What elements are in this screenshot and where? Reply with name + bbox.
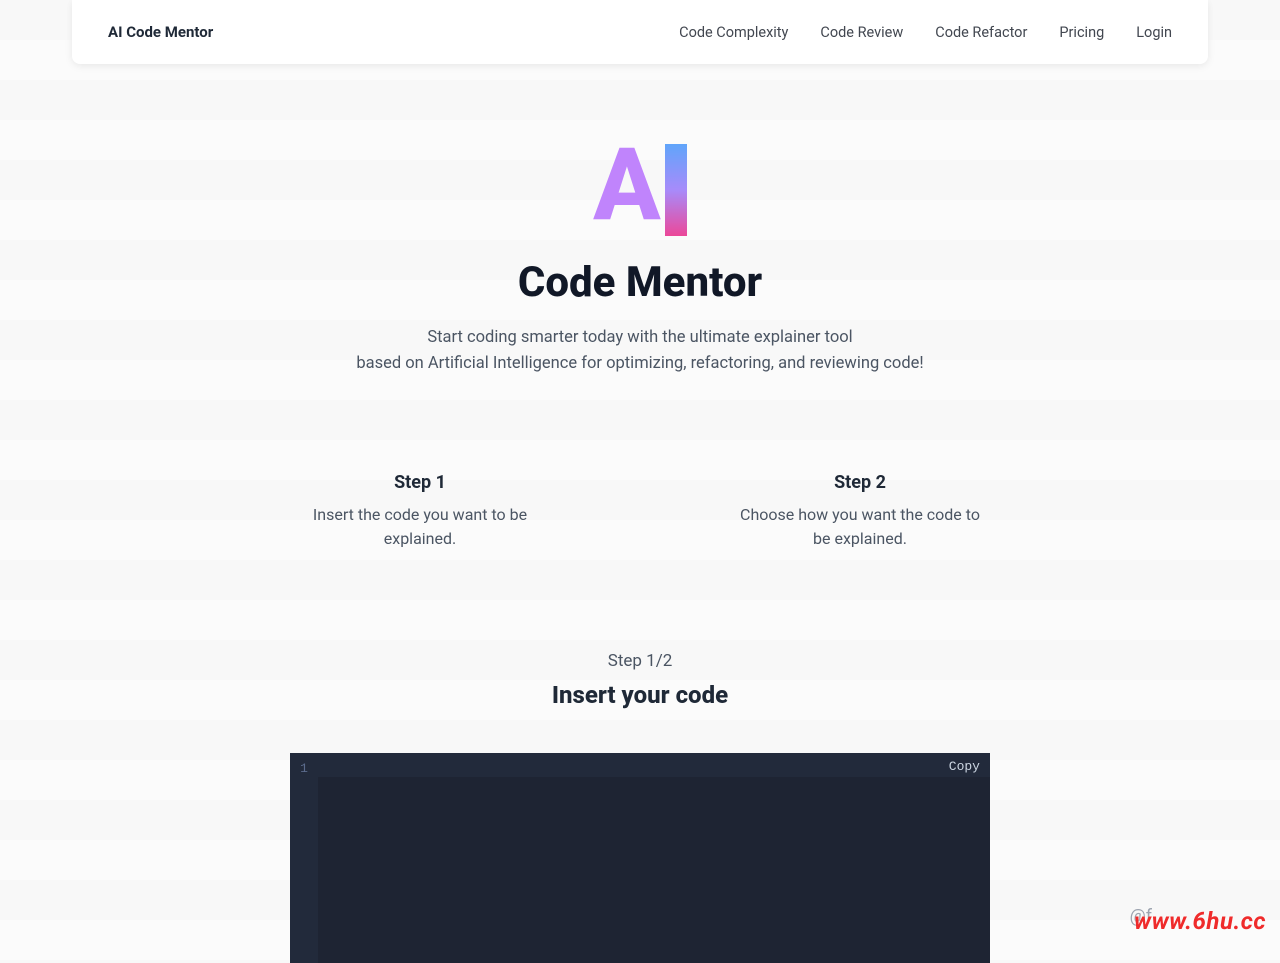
main-nav: Code Complexity Code Review Code Refacto… <box>679 24 1172 41</box>
step-2-desc: Choose how you want the code to be expla… <box>730 503 990 551</box>
hero-subtitle-line2: based on Artificial Intelligence for opt… <box>356 354 923 373</box>
watermark-text: www.6hu.cc <box>1134 907 1266 935</box>
nav-code-complexity[interactable]: Code Complexity <box>679 24 788 41</box>
editor-topbar <box>290 753 990 777</box>
copy-button[interactable]: Copy <box>949 759 980 774</box>
current-step-section: Step 1/2 Insert your code <box>0 651 1280 709</box>
step-1-desc: Insert the code you want to be explained… <box>290 503 550 551</box>
line-number-1: 1 <box>290 761 318 776</box>
step-2-block: Step 2 Choose how you want the code to b… <box>730 472 990 551</box>
step-2-title: Step 2 <box>730 472 990 493</box>
nav-code-review[interactable]: Code Review <box>820 24 903 41</box>
brand-title[interactable]: AI Code Mentor <box>108 23 213 41</box>
code-editor: 1 Copy <box>290 753 990 963</box>
hero-section: A Code Mentor Start coding smarter today… <box>0 136 1280 376</box>
editor-gutter: 1 <box>290 753 318 963</box>
code-input[interactable] <box>318 777 990 963</box>
hero-title: Code Mentor <box>0 258 1280 307</box>
hero-subtitle: Start coding smarter today with the ulti… <box>0 325 1280 376</box>
steps-row: Step 1 Insert the code you want to be ex… <box>0 472 1280 551</box>
header-bar: AI Code Mentor Code Complexity Code Revi… <box>72 0 1208 64</box>
hero-subtitle-line1: Start coding smarter today with the ulti… <box>427 328 852 347</box>
ai-logo-icon: A <box>593 136 687 236</box>
nav-login[interactable]: Login <box>1136 24 1172 41</box>
current-step-label: Step 1/2 <box>0 651 1280 671</box>
current-step-title: Insert your code <box>0 681 1280 709</box>
step-1-block: Step 1 Insert the code you want to be ex… <box>290 472 550 551</box>
nav-code-refactor[interactable]: Code Refactor <box>935 24 1027 41</box>
step-1-title: Step 1 <box>290 472 550 493</box>
nav-pricing[interactable]: Pricing <box>1059 24 1104 41</box>
